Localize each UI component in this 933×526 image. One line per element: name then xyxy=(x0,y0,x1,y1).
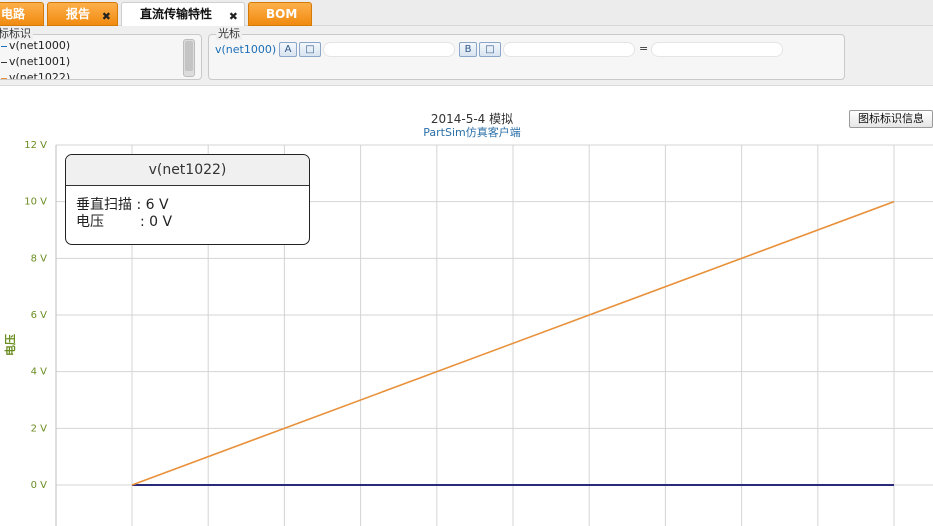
tooltip-title: v(net1022) xyxy=(66,155,309,186)
y-tick-label: 6 V xyxy=(31,310,48,321)
tooltip-row-label: 电压 xyxy=(76,214,104,230)
y-tick-label: 12 V xyxy=(24,140,47,151)
y-tick-label: 4 V xyxy=(31,367,48,378)
y-tick-label: 2 V xyxy=(31,423,48,434)
dc-transfer-chart[interactable]: 0 V 2 V 4 V 6 V 8 V 10 V 12 V 电压 xyxy=(0,0,933,526)
data-tooltip: v(net1022) 垂直扫描 : 6 V 电压: 0 V xyxy=(65,154,310,245)
tooltip-row-value: : 0 V xyxy=(140,214,173,230)
tooltip-row: 电压 : 0 V xyxy=(76,211,172,231)
y-axis-label: 电压 xyxy=(3,334,17,356)
y-tick-label: 0 V xyxy=(31,480,48,491)
y-tick-label: 10 V xyxy=(24,197,47,208)
y-tick-label: 8 V xyxy=(31,253,48,264)
